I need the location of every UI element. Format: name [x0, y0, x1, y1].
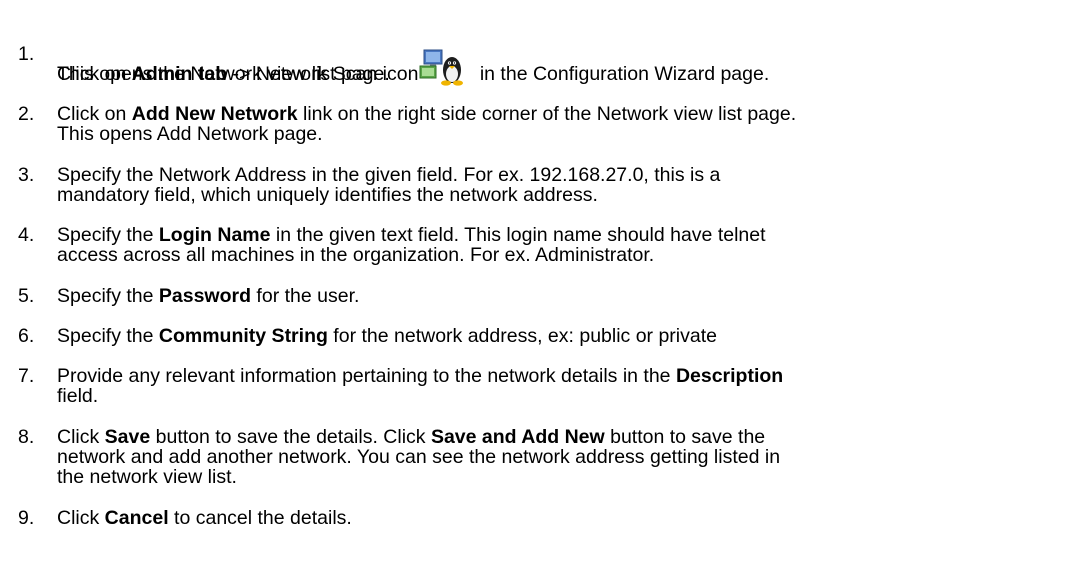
- step-line: Specify the Password for the user.: [57, 286, 1057, 306]
- text-run: Specify the Network Address in the given…: [57, 164, 721, 186]
- text-run: in the Configuration Wizard page.: [474, 63, 770, 85]
- text-run: Click on: [57, 103, 132, 125]
- step-line: Click on Admin tab -> Network Scan icon …: [57, 44, 1057, 86]
- step-number: 1.: [18, 43, 35, 65]
- step-text: Specify the Community String for the net…: [57, 326, 1057, 346]
- text-run: button to save the: [604, 426, 766, 448]
- step-number: 5.: [18, 285, 35, 307]
- step-wrap-line: the network view list.: [57, 466, 237, 488]
- step-text: Specify the Network Address in the given…: [57, 165, 1057, 205]
- text-run: Provide any relevant information pertain…: [57, 365, 676, 387]
- bold-term: Description: [675, 365, 784, 387]
- text-run: Specify the: [57, 285, 159, 307]
- step-number: 2.: [18, 103, 35, 125]
- step-text: Click Save button to save the details. C…: [57, 427, 1057, 487]
- bold-term: Add New Network: [131, 103, 298, 125]
- bold-term: Community String: [158, 325, 328, 347]
- text-run: Click: [57, 507, 105, 529]
- step-number: 3.: [18, 164, 35, 186]
- step-text: Provide any relevant information pertain…: [57, 366, 1057, 406]
- text-run: link on the right side corner of the Net…: [297, 103, 797, 125]
- text-run: Click: [57, 426, 105, 448]
- step-wrap-line: network and add another network. You can…: [57, 446, 781, 468]
- step-line: Click Cancel to cancel the details.: [57, 508, 1057, 528]
- step-number: 4.: [18, 224, 35, 246]
- bold-term: Password: [158, 285, 252, 307]
- bold-term: Save and Add New: [430, 426, 605, 448]
- step-line: Click Save button to save the details. C…: [57, 427, 1057, 447]
- step-wrap-line: This opens Add Network page.: [57, 123, 323, 145]
- step-line: Specify the Network Address in the given…: [57, 165, 1057, 185]
- bold-term: Cancel: [104, 507, 169, 529]
- step-number: 9.: [18, 507, 35, 529]
- bold-term: Save: [104, 426, 151, 448]
- step-line: Provide any relevant information pertain…: [57, 366, 1057, 386]
- bold-term: Login Name: [158, 224, 271, 246]
- network-scan-icon: [418, 48, 470, 88]
- text-run: Specify the: [57, 224, 159, 246]
- step-wrap-line: access across all machines in the organi…: [57, 244, 655, 266]
- text-run: button to save the details. Click: [150, 426, 431, 448]
- step-text: Click on Admin tab -> Network Scan icon …: [57, 44, 1057, 86]
- text-run: to cancel the details.: [168, 507, 352, 529]
- step-line: Specify the Login Name in the given text…: [57, 225, 1057, 245]
- step-line: Specify the Community String for the net…: [57, 326, 1057, 346]
- step-number: 6.: [18, 325, 35, 347]
- text-run: in the given text field. This login name…: [270, 224, 766, 246]
- step-number: 8.: [18, 426, 35, 448]
- step-text: Click Cancel to cancel the details.: [57, 508, 1057, 528]
- step-wrap-line: mandatory field, which uniquely identifi…: [57, 184, 598, 206]
- step-text: Specify the Login Name in the given text…: [57, 225, 1057, 265]
- step-text: Specify the Password for the user.: [57, 286, 1057, 306]
- text-run: for the user.: [251, 285, 360, 307]
- text-run: Specify the: [57, 325, 159, 347]
- step-text: Click on Add New Network link on the rig…: [57, 104, 1057, 144]
- step-line: Click on Add New Network link on the rig…: [57, 104, 1057, 124]
- text-run: for the network address, ex: public or p…: [327, 325, 717, 347]
- step-wrap-line: field.: [57, 385, 99, 407]
- step-number: 7.: [18, 365, 35, 387]
- step-wrap-line: This opens the Network view list page.: [57, 63, 390, 85]
